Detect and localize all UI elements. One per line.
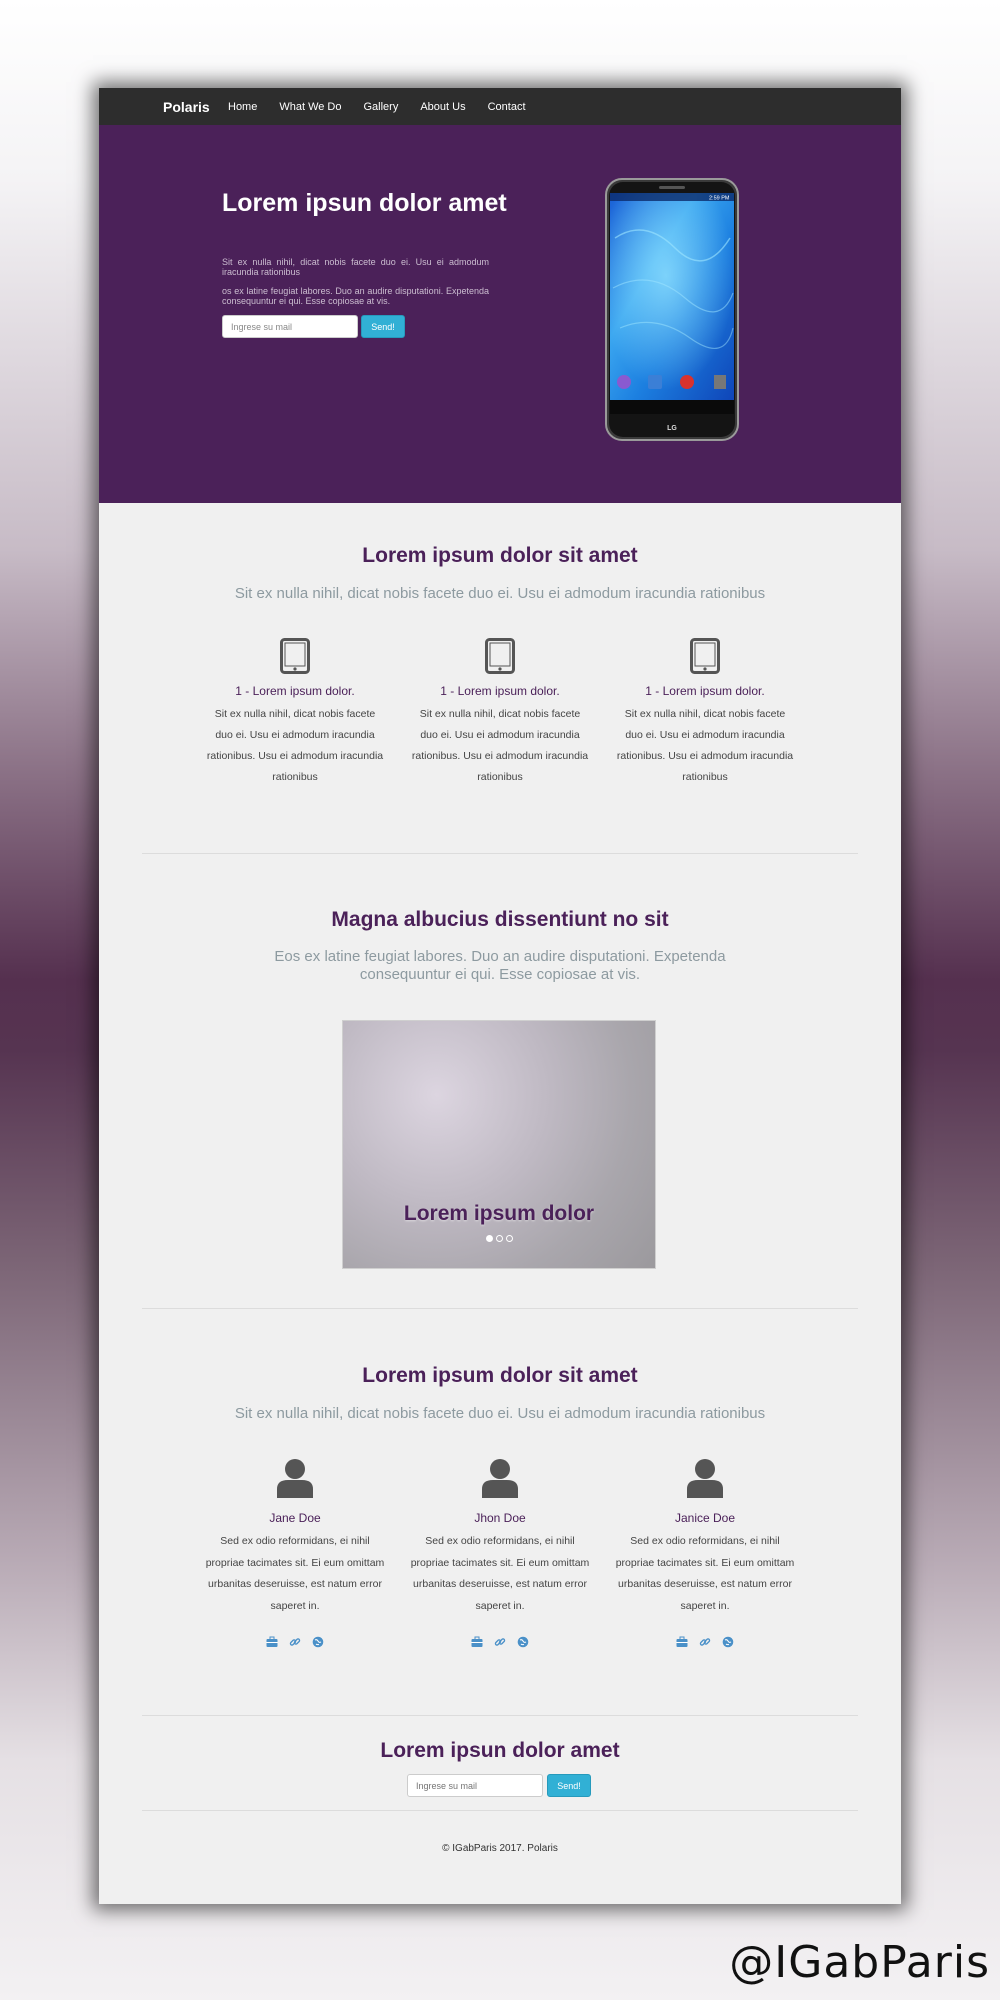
carousel-indicators (343, 1235, 655, 1242)
image-carousel[interactable]: Lorem ipsum dolor (342, 1020, 656, 1269)
carousel-dot-2[interactable] (495, 1235, 503, 1242)
hero-paragraph-1: Sit ex nulla nihil, dicat nobis facete d… (222, 257, 489, 277)
globe-icon[interactable] (312, 1635, 324, 1648)
link-icon[interactable] (699, 1635, 711, 1647)
team-title: Lorem ipsum dolor sit amet (362, 1364, 638, 1387)
watermark: @IGabParis (729, 1937, 990, 1988)
hero-email-input[interactable] (222, 315, 358, 338)
hero-section: Lorem ipsun dolor amet Sit ex nulla nihi… (99, 125, 901, 503)
feature-title: 1 - Lorem ipsum dolor. (235, 684, 355, 698)
feature-title: 1 - Lorem ipsum dolor. (645, 684, 765, 698)
tablet-icon (485, 638, 515, 674)
nav-links: Home What We Do Gallery About Us Contact (228, 101, 526, 113)
link-icon[interactable] (289, 1635, 301, 1647)
feature-text: Sit ex nulla nihil, dicat nobis facete d… (616, 708, 794, 783)
briefcase-icon[interactable] (471, 1635, 483, 1647)
team-member-1: Jane Doe Sed ex odio reformidans, ei nih… (205, 1458, 385, 1648)
feature-card-1: 1 - Lorem ipsum dolor. Sit ex nulla nihi… (205, 638, 385, 788)
footer-copyright: © IGabParis 2017. Polaris (442, 1843, 558, 1854)
social-links (410, 1635, 590, 1648)
nav-link-gallery[interactable]: Gallery (364, 101, 399, 113)
team-member-2: Jhon Doe Sed ex odio reformidans, ei nih… (410, 1458, 590, 1648)
tablet-icon (280, 638, 310, 674)
member-bio: Sed ex odio reformidans, ei nihil propri… (410, 1535, 590, 1612)
carousel-dot-3[interactable] (505, 1235, 513, 1242)
page: Polaris Home What We Do Gallery About Us… (99, 88, 901, 1904)
divider (142, 1715, 858, 1716)
feature-text: Sit ex nulla nihil, dicat nobis facete d… (411, 708, 589, 783)
phone-image: 2:59 PM LG (605, 178, 739, 441)
divider (142, 1810, 858, 1811)
features-subtitle: Sit ex nulla nihil, dicat nobis facete d… (234, 585, 766, 602)
hero-paragraph-2: os ex latine feugiat labores. Duo an aud… (222, 286, 489, 306)
social-links (205, 1635, 385, 1648)
globe-icon[interactable] (722, 1635, 734, 1648)
phone-time: 2:59 PM (709, 196, 730, 202)
navbar: Polaris Home What We Do Gallery About Us… (99, 88, 901, 126)
user-icon (482, 1459, 518, 1498)
phone-brand: LG (667, 425, 677, 432)
member-bio: Sed ex odio reformidans, ei nihil propri… (615, 1535, 795, 1612)
feature-card-3: 1 - Lorem ipsum dolor. Sit ex nulla nihi… (615, 638, 795, 788)
newsletter-send-button[interactable]: Send! (547, 1774, 591, 1797)
gallery-title: Magna albucius dissentiunt no sit (331, 908, 669, 931)
hero-send-button[interactable]: Send! (361, 315, 405, 338)
user-icon (687, 1459, 723, 1498)
link-icon[interactable] (494, 1635, 506, 1647)
carousel-dot-1[interactable] (485, 1235, 493, 1242)
member-name: Jhon Doe (474, 1511, 526, 1525)
nav-link-contact[interactable]: Contact (488, 101, 526, 113)
divider (142, 853, 858, 854)
member-name: Jane Doe (269, 1511, 321, 1525)
hero-title: Lorem ipsun dolor amet (222, 189, 507, 217)
nav-link-about-us[interactable]: About Us (420, 101, 465, 113)
briefcase-icon[interactable] (266, 1635, 278, 1647)
social-links (615, 1635, 795, 1648)
team-member-3: Janice Doe Sed ex odio reformidans, ei n… (615, 1458, 795, 1648)
brand-logo[interactable]: Polaris (163, 99, 210, 115)
newsletter-email-input[interactable] (407, 1774, 543, 1797)
member-bio: Sed ex odio reformidans, ei nihil propri… (205, 1535, 385, 1612)
feature-text: Sit ex nulla nihil, dicat nobis facete d… (206, 708, 384, 783)
team-subtitle: Sit ex nulla nihil, dicat nobis facete d… (234, 1405, 766, 1422)
feature-card-2: 1 - Lorem ipsum dolor. Sit ex nulla nihi… (410, 638, 590, 788)
globe-icon[interactable] (517, 1635, 529, 1648)
newsletter-title: Lorem ipsun dolor amet (380, 1739, 620, 1762)
carousel-caption: Lorem ipsum dolor (403, 1202, 595, 1225)
feature-title: 1 - Lorem ipsum dolor. (440, 684, 560, 698)
divider (142, 1308, 858, 1309)
nav-link-home[interactable]: Home (228, 101, 257, 113)
briefcase-icon[interactable] (676, 1635, 688, 1647)
nav-link-what-we-do[interactable]: What We Do (279, 101, 341, 113)
member-name: Janice Doe (674, 1511, 736, 1525)
tablet-icon (690, 638, 720, 674)
gallery-subtitle: Eos ex latine feugiat labores. Duo an au… (274, 948, 726, 983)
user-icon (277, 1459, 313, 1498)
features-title: Lorem ipsum dolor sit amet (362, 544, 638, 567)
